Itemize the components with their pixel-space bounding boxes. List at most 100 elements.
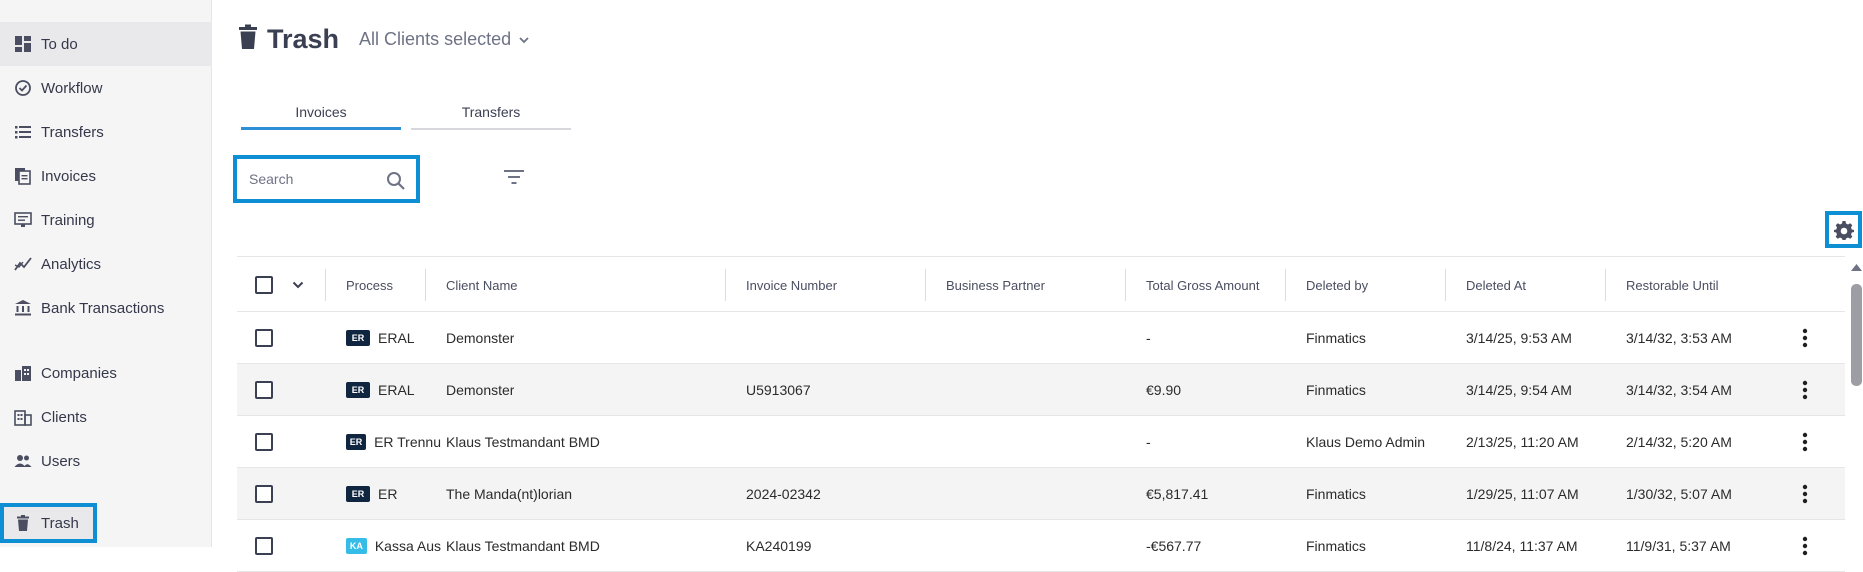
training-icon (14, 211, 32, 229)
check-circle-icon (14, 79, 32, 97)
gear-icon (1833, 220, 1854, 240)
amount-cell: - (1146, 330, 1151, 346)
deleted-at-cell: 3/14/25, 9:53 AM (1466, 330, 1572, 346)
table-settings-button[interactable] (1825, 211, 1862, 248)
deleted-at-cell: 11/8/24, 11:37 AM (1466, 538, 1578, 554)
search-input[interactable] (249, 171, 379, 187)
sidebar-item-training[interactable]: Training (0, 198, 212, 242)
row-menu-icon[interactable] (1802, 468, 1808, 520)
chevron-down-icon (519, 36, 529, 43)
invoice-number-cell: 2024-02342 (746, 486, 821, 502)
row-checkbox[interactable] (255, 416, 273, 468)
column-header-restorable-until[interactable]: Restorable Until (1626, 257, 1719, 313)
sidebar-item-clients[interactable]: Clients (0, 395, 212, 439)
column-header-client-name[interactable]: Client Name (446, 257, 518, 313)
client-selector[interactable]: All Clients selected (359, 29, 531, 50)
column-header-deleted-by[interactable]: Deleted by (1306, 257, 1368, 313)
sidebar-item-label: Users (41, 452, 81, 470)
table-header: Process Client Name Invoice Number Busin… (237, 256, 1845, 312)
tab-invoices[interactable]: Invoices (241, 96, 401, 130)
tab-label: Transfers (461, 104, 521, 120)
list-icon (14, 123, 32, 141)
row-checkbox[interactable] (255, 520, 273, 572)
tab-transfers[interactable]: Transfers (411, 96, 571, 130)
sidebar-item-invoices[interactable]: Invoices (0, 154, 212, 198)
row-menu-icon[interactable] (1802, 312, 1808, 364)
table-row[interactable]: ER ERAL Demonster - Finmatics 3/14/25, 9:… (237, 312, 1845, 364)
amount-cell: €5,817.41 (1146, 486, 1209, 502)
page-header: Trash All Clients selected (237, 24, 531, 55)
process-cell: ER ERAL (346, 312, 441, 364)
deleted-by-cell: Finmatics (1306, 538, 1366, 554)
row-checkbox[interactable] (255, 312, 273, 364)
sidebar-item-label: Clients (41, 408, 87, 426)
dashboard-icon (14, 35, 32, 53)
row-menu-icon[interactable] (1802, 364, 1808, 416)
sidebar-item-trash[interactable]: Trash (0, 503, 97, 543)
column-header-deleted-at[interactable]: Deleted At (1466, 257, 1526, 313)
client-selector-label: All Clients selected (359, 29, 512, 49)
column-header-process[interactable]: Process (346, 257, 393, 313)
sidebar-item-label: Companies (41, 364, 117, 382)
restorable-until-cell: 1/30/32, 5:07 AM (1626, 486, 1732, 502)
row-checkbox[interactable] (255, 364, 273, 416)
client-name-cell: Demonster (446, 330, 515, 346)
scrollbar-thumb[interactable] (1851, 284, 1862, 386)
sidebar-item-label: Training (41, 211, 95, 229)
restorable-until-cell: 3/14/32, 3:54 AM (1626, 382, 1732, 398)
filter-icon[interactable] (503, 168, 525, 186)
sidebar-item-transfers[interactable]: Transfers (0, 110, 212, 154)
documents-icon (14, 167, 32, 185)
trash-table: Process Client Name Invoice Number Busin… (237, 256, 1845, 572)
table-row[interactable]: ER ER The Manda(nt)lorian 2024-02342 €5,8… (237, 468, 1845, 520)
analytics-icon (14, 255, 32, 273)
sidebar-item-label: Trash (41, 514, 79, 532)
sidebar-item-label: Workflow (41, 79, 103, 97)
sidebar-item-analytics[interactable]: Analytics (0, 242, 212, 286)
companies-icon (14, 364, 32, 382)
row-menu-icon[interactable] (1802, 520, 1808, 572)
sidebar-item-workflow[interactable]: Workflow (0, 66, 212, 110)
restorable-until-cell: 3/14/32, 3:53 AM (1626, 330, 1732, 346)
process-badge: KA (346, 538, 367, 554)
amount-cell: €9.90 (1146, 382, 1182, 398)
process-cell: ER ERAL (346, 364, 441, 416)
trash-icon (14, 514, 32, 532)
bank-icon (14, 299, 32, 317)
trash-icon (237, 24, 259, 55)
scroll-up-arrow-icon[interactable] (1850, 262, 1863, 272)
search-field[interactable] (233, 155, 420, 203)
sidebar: To do Workflow Transfers Invoices Traini… (0, 0, 212, 547)
column-header-invoice-number[interactable]: Invoice Number (746, 257, 837, 313)
process-badge: ER (346, 382, 370, 398)
process-cell: ER ER Trennu (346, 416, 441, 468)
restorable-until-cell: 11/9/31, 5:37 AM (1626, 538, 1731, 554)
sidebar-item-to-do[interactable]: To do (0, 22, 212, 66)
table-row[interactable]: ER ERAL Demonster U5913067 €9.90 Finmatic… (237, 364, 1845, 416)
sidebar-item-label: Transfers (41, 123, 104, 141)
deleted-by-cell: Finmatics (1306, 486, 1366, 502)
column-header-business-partner[interactable]: Business Partner (946, 257, 1045, 313)
select-all-checkbox[interactable] (255, 257, 273, 313)
sidebar-item-companies[interactable]: Companies (0, 351, 212, 395)
process-badge: ER (346, 434, 367, 450)
table-row[interactable]: KA Kassa Aus Klaus Testmandant BMD KA2401… (237, 520, 1845, 572)
column-header-total-gross-amount[interactable]: Total Gross Amount (1146, 257, 1259, 313)
row-menu-icon[interactable] (1802, 416, 1808, 468)
page-title: Trash (267, 24, 340, 54)
restorable-until-cell: 2/14/32, 5:20 AM (1626, 434, 1732, 450)
sidebar-item-users[interactable]: Users (0, 439, 212, 483)
search-icon[interactable] (386, 171, 406, 191)
deleted-by-cell: Klaus Demo Admin (1306, 434, 1426, 450)
select-options-chevron-icon[interactable] (291, 257, 305, 313)
process-cell: ER ER (346, 468, 441, 520)
deleted-at-cell: 1/29/25, 11:07 AM (1466, 486, 1579, 502)
row-checkbox[interactable] (255, 468, 273, 520)
table-row[interactable]: ER ER Trennu Klaus Testmandant BMD - Klau… (237, 416, 1845, 468)
sidebar-item-bank-transactions[interactable]: Bank Transactions (0, 286, 212, 330)
process-cell: KA Kassa Aus (346, 520, 441, 572)
sidebar-item-label: Invoices (41, 167, 97, 185)
users-icon (14, 452, 32, 470)
sidebar-item-label: Analytics (41, 255, 102, 273)
client-name-cell: Demonster (446, 382, 515, 398)
